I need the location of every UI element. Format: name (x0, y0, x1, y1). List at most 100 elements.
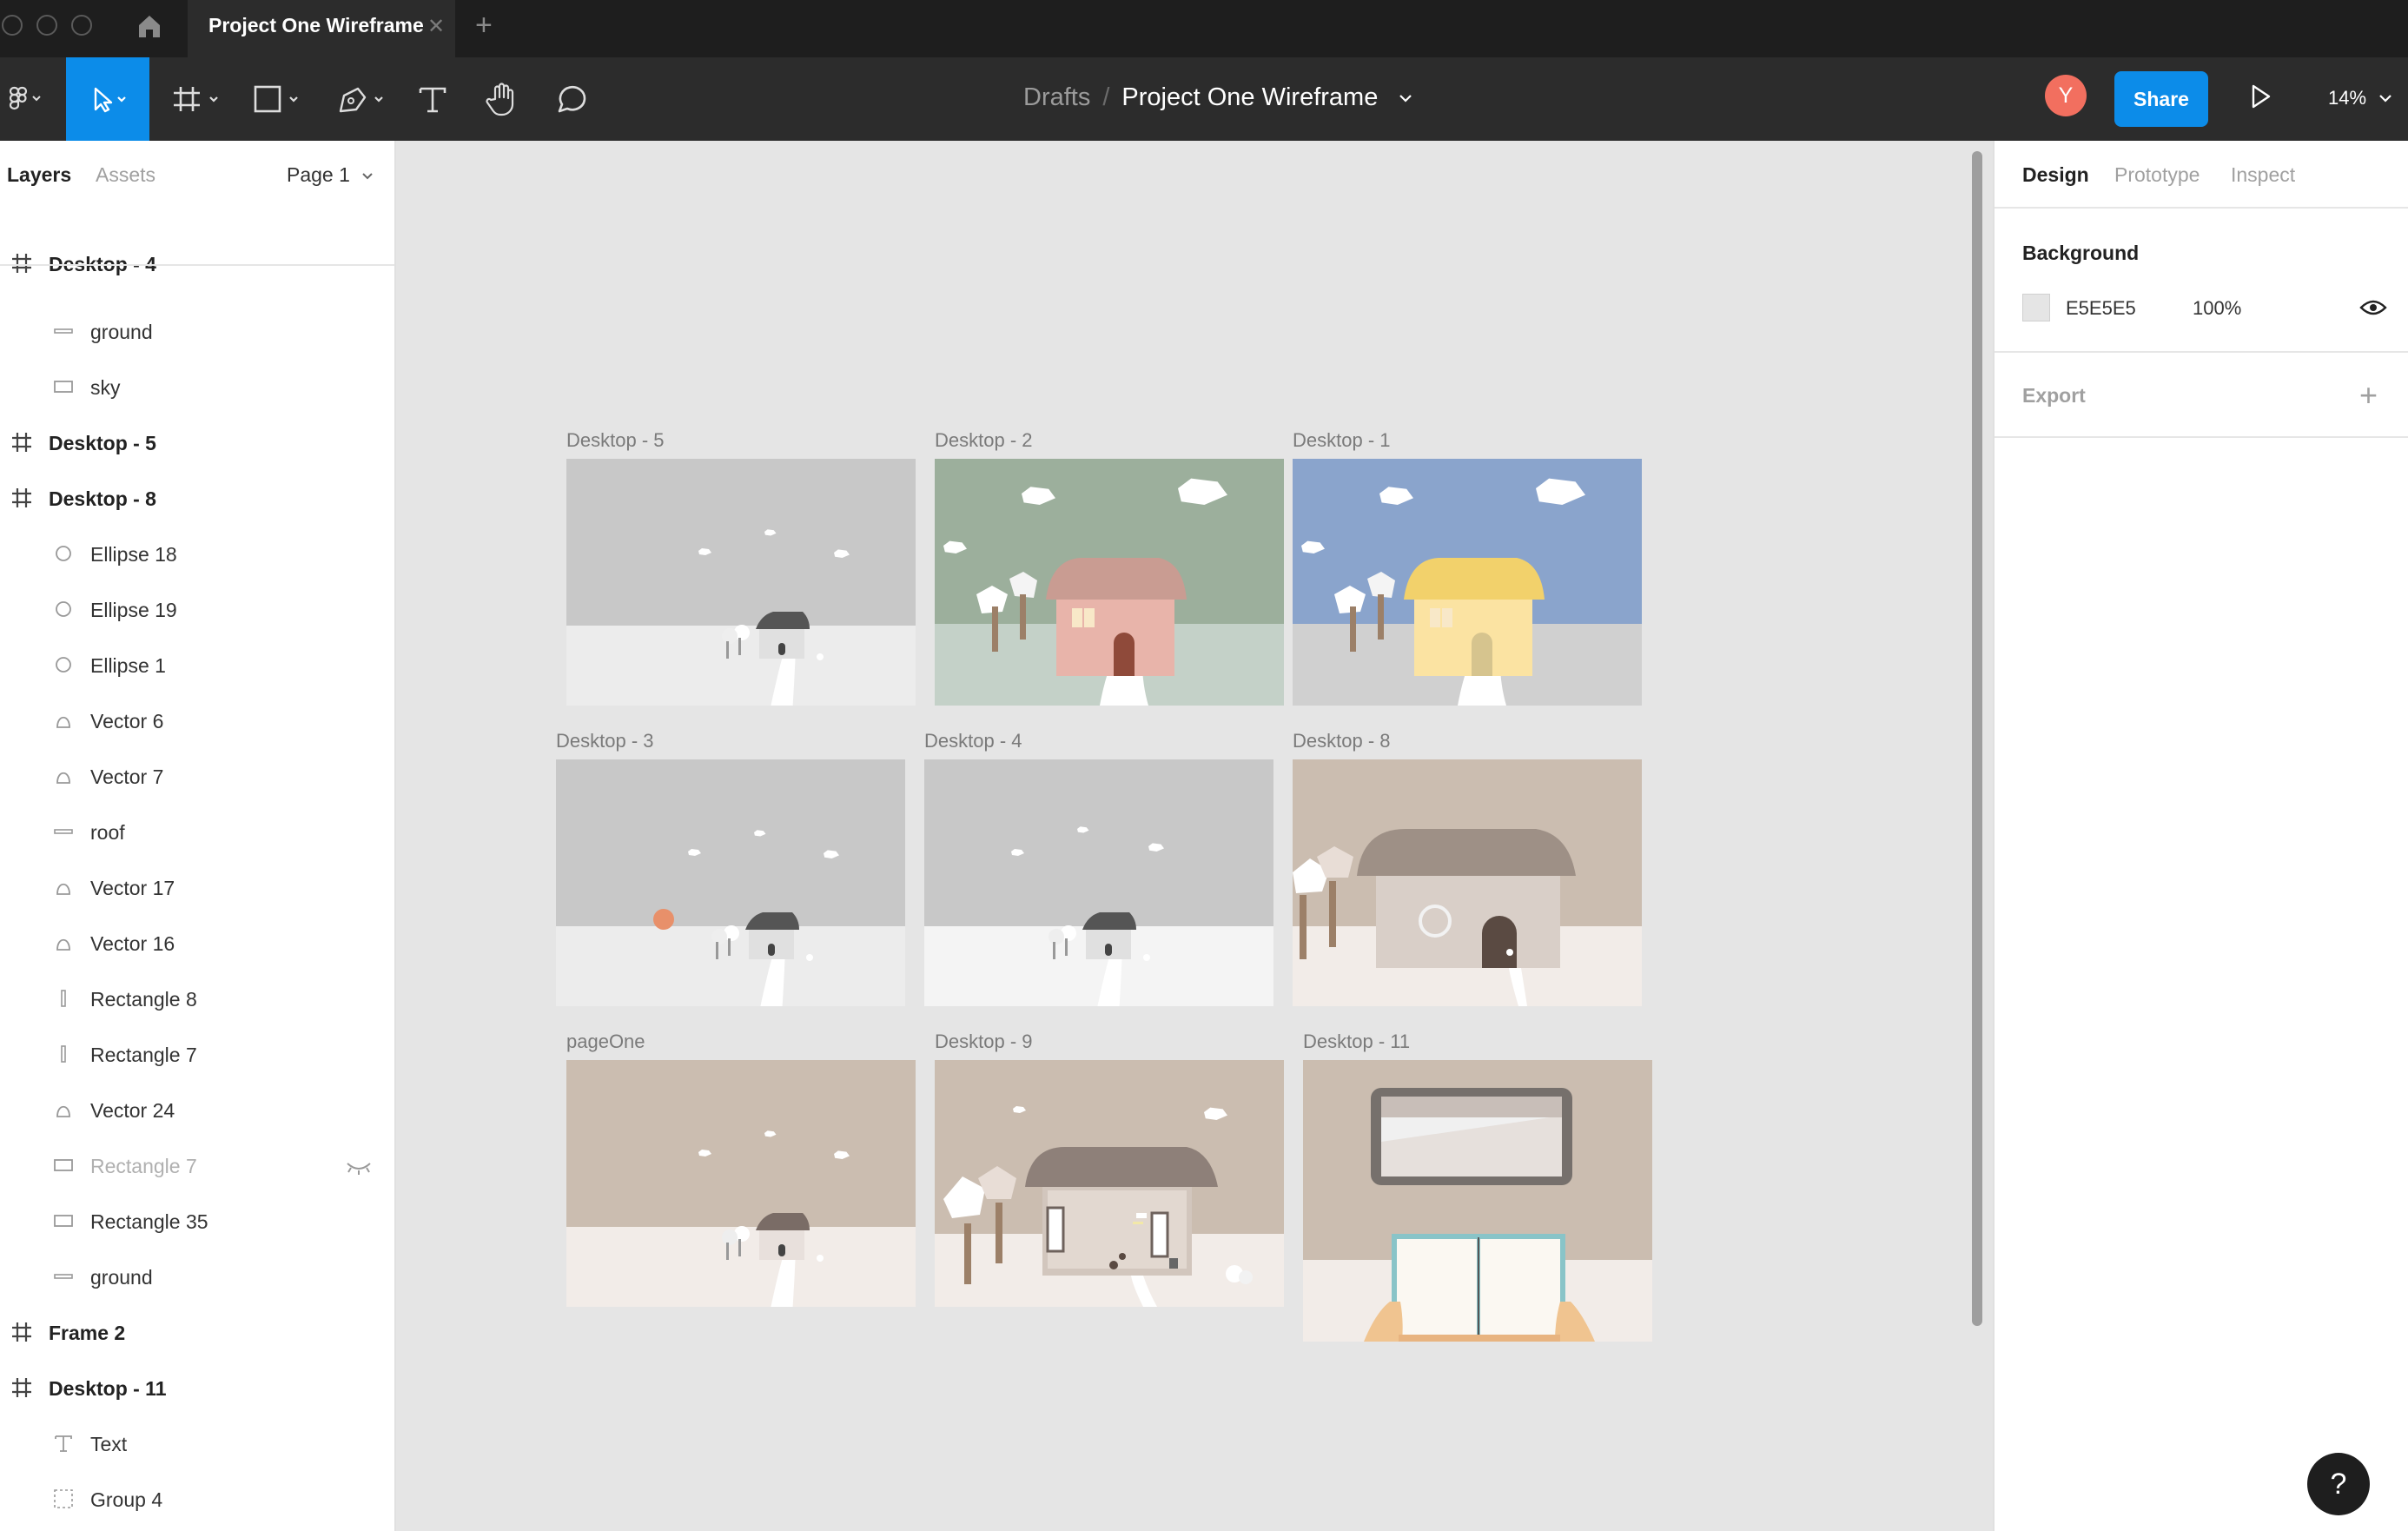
vertical-line-icon (52, 987, 75, 1010)
canvas[interactable]: Desktop - 5 Desktop - 2 Desktop - 1 Desk… (396, 141, 1993, 1531)
ellipse-icon (52, 598, 75, 620)
layer-row[interactable]: Ellipse 19 (0, 582, 394, 638)
zoom-dropdown[interactable]: 14% (2328, 87, 2394, 109)
background-opacity-input[interactable]: 100% (2193, 297, 2241, 320)
move-tool-button[interactable] (66, 57, 149, 141)
frame-tool-button[interactable] (170, 57, 226, 141)
background-color-swatch[interactable] (2022, 294, 2050, 321)
vector-icon (52, 1098, 75, 1121)
maximize-window-dot[interactable] (71, 15, 92, 36)
frame-label[interactable]: pageOne (566, 1031, 645, 1053)
close-tab-icon[interactable]: ✕ (427, 14, 445, 39)
layer-row[interactable]: Vector 7 (0, 749, 394, 805)
layer-label: Rectangle 7 (90, 1155, 197, 1177)
new-tab-icon[interactable]: + (475, 9, 493, 43)
tab-layers[interactable]: Layers (7, 163, 71, 187)
line-icon (52, 320, 75, 342)
minimize-window-dot[interactable] (36, 15, 57, 36)
artboard-book-view[interactable] (1303, 1060, 1652, 1342)
layer-row[interactable]: Vector 24 (0, 1083, 394, 1138)
artboard-interior-beige[interactable] (935, 1060, 1284, 1307)
layer-row[interactable]: Vector 17 (0, 860, 394, 916)
section-divider (1995, 351, 2408, 353)
layer-frame-row[interactable]: Desktop - 11 (0, 1361, 394, 1416)
frame-label[interactable]: Desktop - 9 (935, 1031, 1033, 1053)
frame-label[interactable]: Desktop - 1 (1293, 429, 1391, 452)
layer-row[interactable]: Ellipse 1 (0, 638, 394, 693)
layer-row[interactable]: Group 4 (0, 1472, 394, 1528)
layer-row[interactable]: Rectangle 8 (0, 971, 394, 1027)
layer-frame-row[interactable]: Desktop - 8 (0, 471, 394, 527)
artboard-illustration (1303, 1060, 1652, 1342)
background-hex-input[interactable]: E5E5E5 (2066, 297, 2136, 320)
layer-row[interactable]: Rectangle 35 (0, 1194, 394, 1249)
tab-inspect[interactable]: Inspect (2231, 163, 2295, 187)
present-play-icon[interactable] (2248, 83, 2272, 109)
layer-label: roof (90, 821, 125, 844)
shape-tool-button[interactable] (252, 57, 308, 141)
artboard-illustration (924, 759, 1273, 1006)
tab-prototype[interactable]: Prototype (2114, 163, 2200, 187)
breadcrumb-drafts-link[interactable]: Drafts (1023, 83, 1090, 111)
tab-assets[interactable]: Assets (96, 163, 155, 187)
layer-row[interactable]: Ellipse 18 (0, 527, 394, 582)
export-section-title: Export (2022, 384, 2086, 407)
hidden-eye-icon[interactable] (346, 1157, 372, 1181)
layer-row[interactable]: Vector 16 (0, 916, 394, 971)
frame-label[interactable]: Desktop - 11 (1303, 1031, 1410, 1053)
layer-row[interactable]: ground (0, 1249, 394, 1305)
chevron-down-icon[interactable] (1397, 92, 1414, 104)
share-button[interactable]: Share (2114, 71, 2208, 127)
home-icon[interactable] (136, 12, 163, 40)
frame-label[interactable]: Desktop - 5 (566, 429, 665, 452)
layer-row[interactable]: Vector 6 (0, 693, 394, 749)
pen-tool-button[interactable] (335, 57, 391, 141)
artboard-small-gray-white[interactable] (924, 759, 1273, 1006)
vector-icon (52, 709, 75, 732)
layer-label: Ellipse 1 (90, 654, 166, 677)
layer-label: ground (90, 321, 153, 343)
export-add-icon[interactable]: + (2359, 377, 2378, 414)
comment-tool-button[interactable] (552, 57, 591, 141)
text-tool-button[interactable] (415, 57, 450, 141)
tab-design[interactable]: Design (2022, 163, 2089, 187)
artboard-small-beige[interactable] (566, 1060, 916, 1307)
canvas-scrollbar[interactable] (1972, 151, 1982, 1326)
artboard-small-gray[interactable] (566, 459, 916, 706)
frame-icon (10, 431, 33, 454)
artboard-house-green[interactable] (935, 459, 1284, 706)
layer-row[interactable]: Text (0, 1416, 394, 1472)
layer-label: Vector 17 (90, 877, 175, 899)
layer-row[interactable]: Rectangle 7 (0, 1027, 394, 1083)
help-button[interactable]: ? (2307, 1453, 2370, 1515)
frame-label[interactable]: Desktop - 8 (1293, 730, 1391, 752)
artboard-small-gray-sun[interactable] (556, 759, 905, 1006)
layer-frame-row[interactable]: Desktop - 5 (0, 415, 394, 471)
artboard-house-beige[interactable] (1293, 759, 1642, 1006)
layer-row[interactable]: Rectangle 7 (0, 1528, 394, 1531)
page-selector[interactable]: Page 1 (287, 163, 374, 187)
layer-row[interactable]: sky (0, 360, 394, 415)
layer-row[interactable]: roof (0, 805, 394, 860)
pen-tool-icon (339, 87, 383, 113)
frame-label[interactable]: Desktop - 4 (924, 730, 1022, 752)
close-window-dot[interactable] (2, 15, 23, 36)
avatar[interactable]: Y (2045, 75, 2087, 116)
layer-row[interactable]: ground (0, 304, 394, 360)
layer-label: Ellipse 18 (90, 543, 177, 566)
vertical-line-icon (52, 1043, 75, 1065)
layer-frame-row[interactable]: Frame 2 (0, 1305, 394, 1361)
file-tab[interactable]: Project One Wireframe ✕ (188, 0, 455, 57)
layer-label: ground (90, 1266, 153, 1289)
file-name-title[interactable]: Project One Wireframe (1121, 83, 1378, 111)
layer-label: Desktop - 5 (49, 432, 156, 454)
hand-tool-button[interactable] (483, 57, 521, 141)
frame-icon (10, 252, 33, 275)
hand-tool-icon (486, 83, 514, 116)
visibility-eye-icon[interactable] (2359, 297, 2387, 318)
frame-label[interactable]: Desktop - 3 (556, 730, 654, 752)
frame-label[interactable]: Desktop - 2 (935, 429, 1033, 452)
layer-row[interactable]: Rectangle 7 (0, 1138, 394, 1194)
artboard-house-blue[interactable] (1293, 459, 1642, 706)
figma-menu-button[interactable] (0, 57, 52, 141)
